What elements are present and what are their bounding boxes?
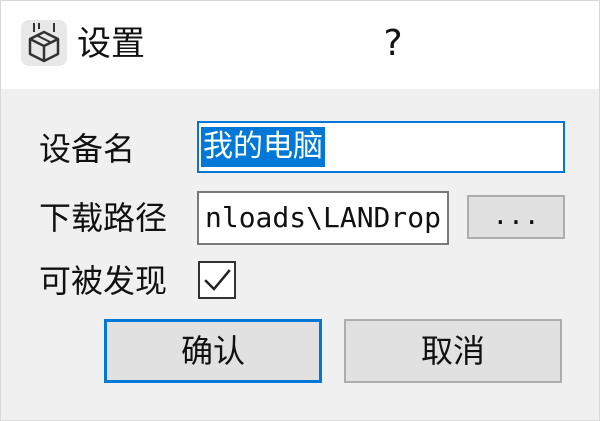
download-path-value: nloads\LANDrop (204, 201, 441, 234)
help-button[interactable]: ? (367, 15, 419, 73)
app-box-icon (21, 20, 67, 66)
ok-button[interactable]: 确认 (104, 319, 322, 383)
settings-dialog: 设置 ? 设备名 我的电脑 下载路径 nloads\LANDrop ... 可被… (0, 0, 600, 421)
device-name-label: 设备名 (39, 130, 136, 168)
device-name-value: 我的电脑 (201, 127, 325, 167)
discoverable-label: 可被发现 (39, 262, 168, 300)
cancel-button[interactable]: 取消 (344, 319, 562, 383)
title-bar[interactable]: 设置 ? (1, 1, 599, 89)
device-name-input[interactable]: 我的电脑 (197, 121, 565, 173)
browse-button[interactable]: ... (467, 195, 565, 239)
window-title: 设置 (77, 24, 145, 64)
discoverable-checkbox[interactable] (198, 261, 236, 299)
checkmark-icon (204, 269, 231, 291)
download-path-label: 下载路径 (39, 199, 168, 237)
download-path-input[interactable]: nloads\LANDrop (197, 191, 449, 245)
